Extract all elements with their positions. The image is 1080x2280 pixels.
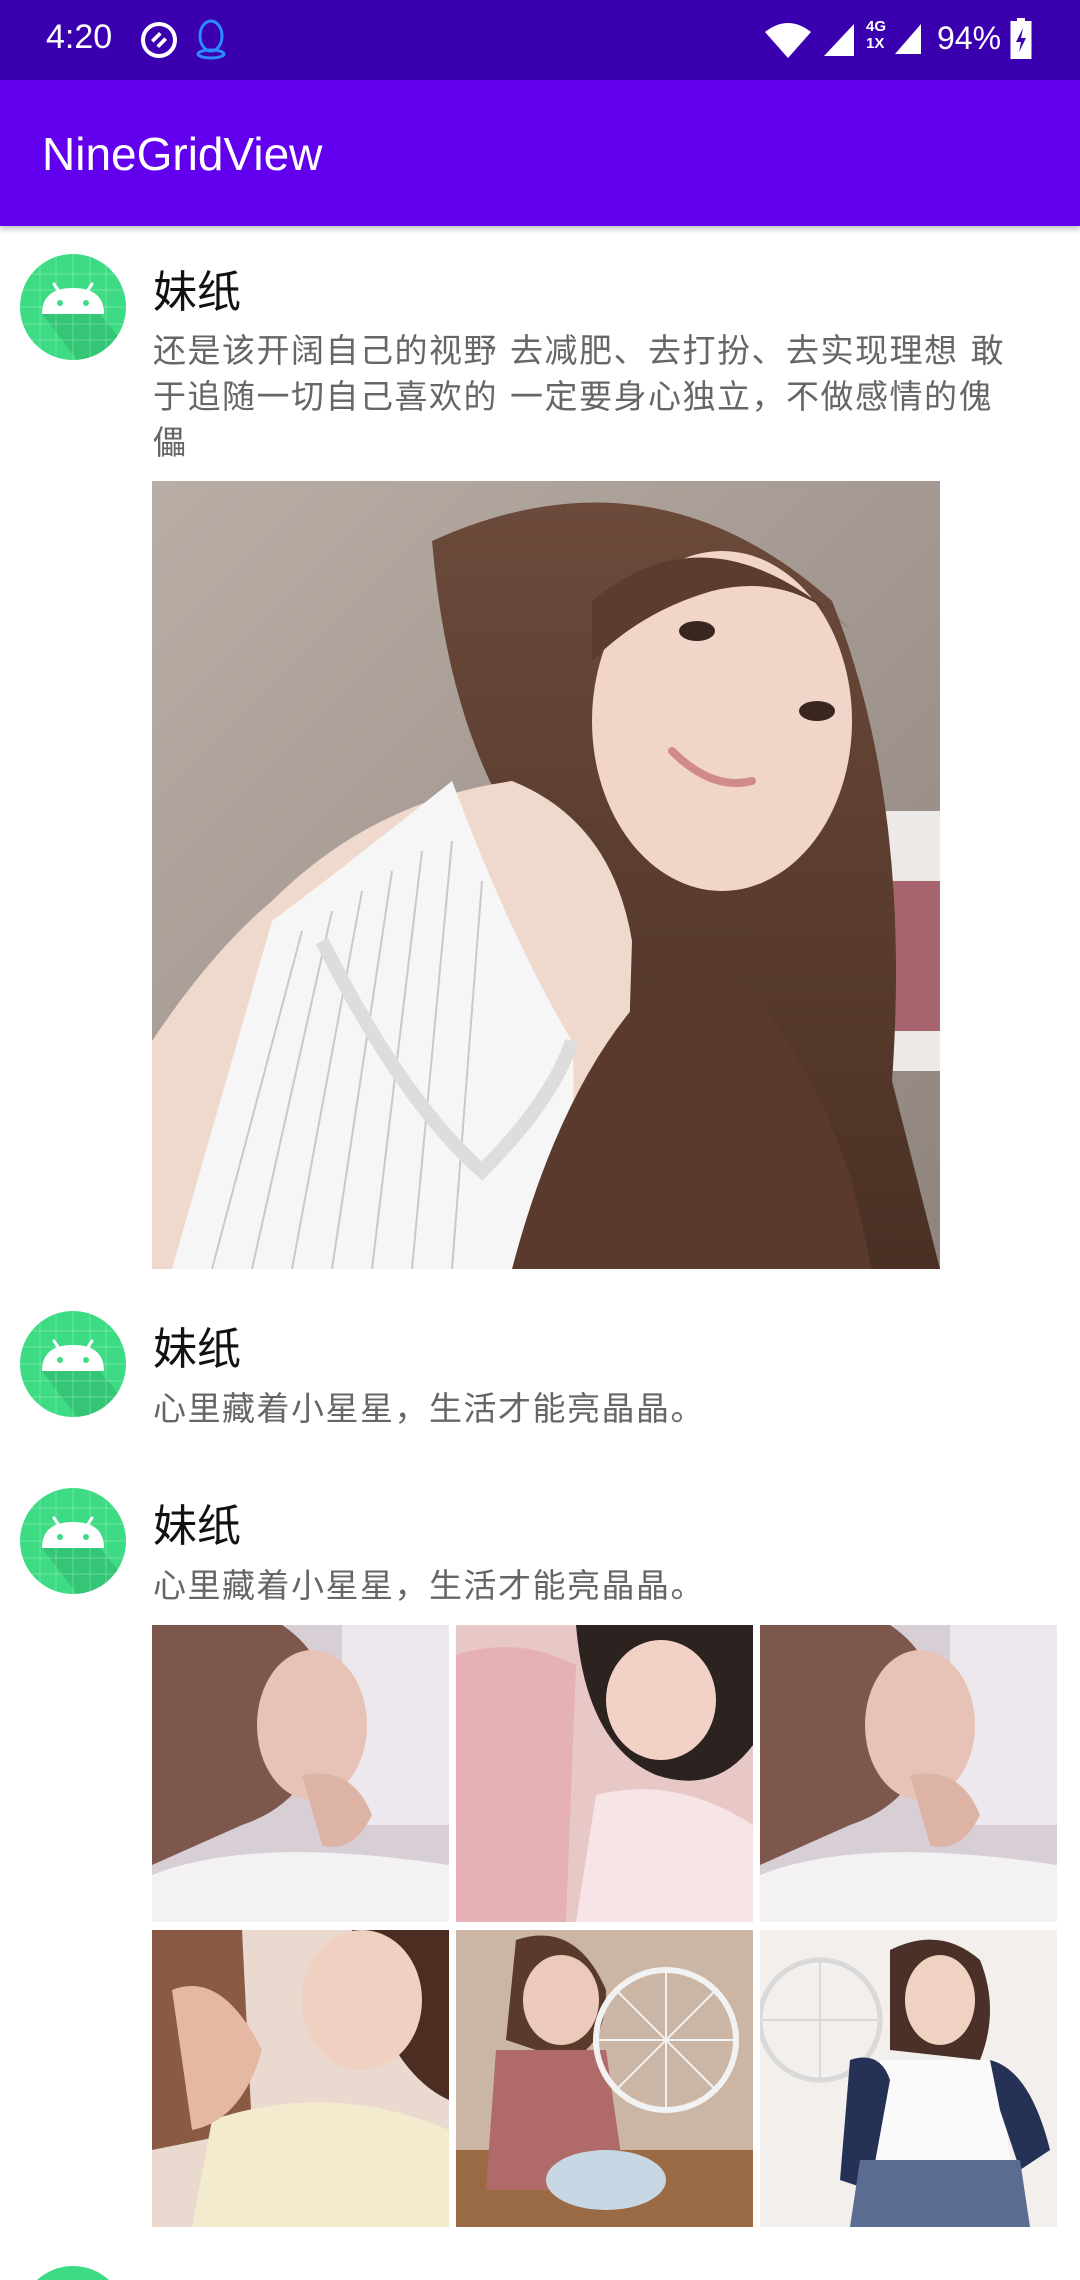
feed-list[interactable]: 妹纸 还是该开阔自己的视野 去减肥、去打扮、去实现理想 敢 于追随一切自己喜欢的… xyxy=(0,226,1080,2280)
android-icon xyxy=(20,254,126,360)
status-bar: 4:20 4G 1X 94% xyxy=(0,0,1080,80)
battery-icon xyxy=(1010,18,1032,64)
grid-image[interactable] xyxy=(152,1625,449,1922)
android-icon xyxy=(20,1488,126,1594)
status-time: 4:20 xyxy=(46,18,113,56)
wifi-icon xyxy=(763,22,813,64)
network-label-top: 4G xyxy=(866,18,887,35)
grid-image[interactable] xyxy=(760,1625,1057,1922)
grid-image[interactable] xyxy=(456,1930,753,2227)
photo-2 xyxy=(456,1625,753,1922)
grid-image[interactable] xyxy=(760,1930,1057,2227)
post-content-line: 儡 xyxy=(153,423,188,462)
qq-icon xyxy=(194,18,228,64)
grid-image[interactable] xyxy=(152,1930,449,2227)
photo-6 xyxy=(760,1930,1057,2227)
network-label-bottom: 1X xyxy=(866,35,885,52)
avatar[interactable] xyxy=(20,1488,126,1594)
photo-1 xyxy=(152,1625,449,1922)
vpn-icon xyxy=(139,20,179,64)
avatar[interactable] xyxy=(20,2266,126,2280)
avatar[interactable] xyxy=(20,254,126,360)
battery-percent: 94% xyxy=(937,20,1002,56)
post-author: 妹纸 xyxy=(153,1324,241,1375)
android-icon xyxy=(20,1311,126,1417)
post-content: 心里藏着小星星，生活才能亮晶晶。 xyxy=(153,1566,705,1605)
photo-3 xyxy=(760,1625,1057,1922)
photo-4 xyxy=(152,1930,449,2227)
app-title: NineGridView xyxy=(42,128,323,180)
post-content-line: 于追随一切自己喜欢的 一定要身心独立，不做感情的傀 xyxy=(153,377,993,416)
post-author: 妹纸 xyxy=(153,1501,241,1552)
post-content: 还是该开阔自己的视野 去减肥、去打扮、去实现理想 敢 于追随一切自己喜欢的 一定… xyxy=(153,328,1043,466)
avatar[interactable] xyxy=(20,1311,126,1417)
signal-icon-2 xyxy=(893,22,923,60)
grid-image[interactable] xyxy=(456,1625,753,1922)
android-icon xyxy=(37,2266,109,2280)
app-bar: NineGridView xyxy=(0,80,1080,226)
post-author: 妹纸 xyxy=(153,267,241,318)
photo-5 xyxy=(456,1930,753,2227)
post-content-line: 还是该开阔自己的视野 去减肥、去打扮、去实现理想 敢 xyxy=(153,331,1005,370)
network-type: 4G 1X xyxy=(866,18,886,52)
signal-icon xyxy=(822,22,856,62)
post-content: 心里藏着小星星，生活才能亮晶晶。 xyxy=(153,1389,705,1428)
post-image[interactable] xyxy=(152,481,940,1269)
photo-selfie xyxy=(152,481,940,1269)
